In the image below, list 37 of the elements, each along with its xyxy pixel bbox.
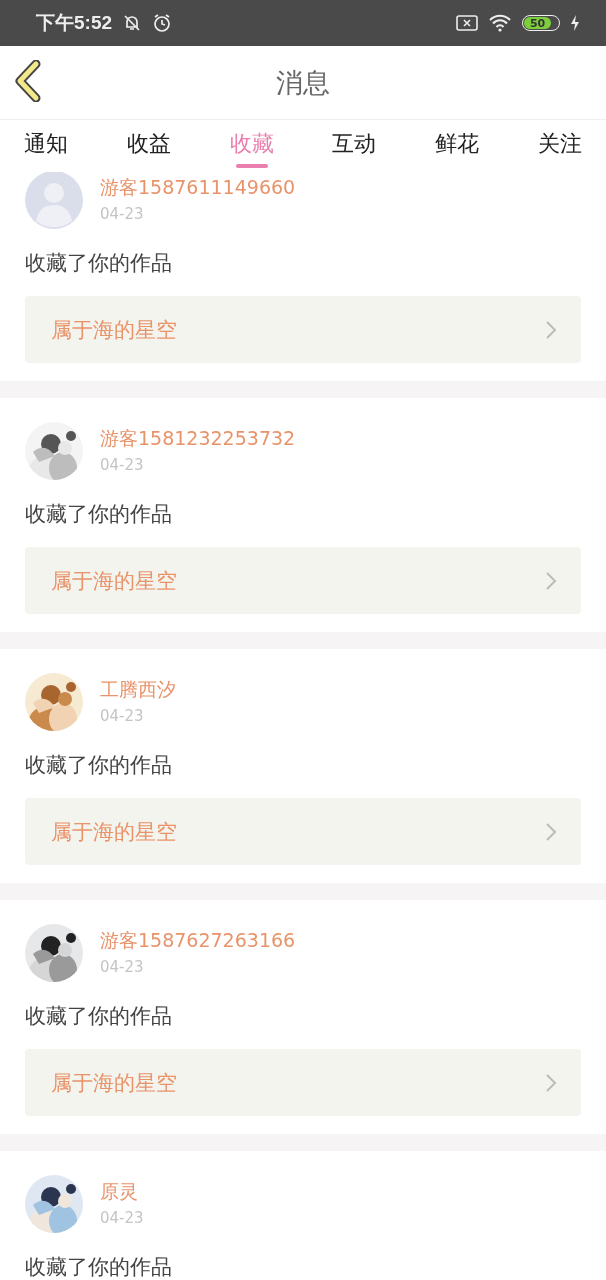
message-text: 收藏了你的作品 (25, 752, 173, 779)
chevron-right-icon (545, 1072, 557, 1093)
message-date: 04-23 (100, 707, 145, 725)
charging-icon (570, 14, 580, 32)
work-link[interactable]: 属于海的星空 (25, 1049, 581, 1116)
chevron-right-icon (545, 821, 557, 842)
chevron-right-icon (545, 570, 557, 591)
work-link[interactable]: 属于海的星空 (25, 547, 581, 614)
work-link[interactable]: 属于海的星空 (25, 296, 581, 363)
sim-off-icon (456, 14, 478, 32)
message-text: 收藏了你的作品 (25, 250, 173, 277)
message-date: 04-23 (100, 456, 145, 474)
user-name[interactable]: 游客1581232253732 (100, 426, 296, 452)
message-text: 收藏了你的作品 (25, 501, 173, 528)
message-date: 04-23 (100, 958, 145, 976)
tab[interactable]: 鲜花 (423, 120, 492, 172)
tab[interactable]: 关注 (526, 120, 594, 172)
chevron-right-icon (545, 319, 557, 340)
message-date: 04-23 (100, 1209, 144, 1227)
alarm-icon (152, 13, 173, 33)
user-name[interactable]: 游客1587611149660 (100, 175, 296, 201)
user-name[interactable]: 工腾西汐 (100, 677, 176, 703)
message-text: 收藏了你的作品 (25, 1254, 173, 1280)
tab[interactable]: 收藏 (217, 120, 286, 172)
avatar-icon (25, 172, 83, 229)
page-title: 消息 (276, 65, 330, 100)
wifi-icon (488, 14, 512, 32)
message-date: 04-23 (100, 205, 145, 223)
user-name[interactable]: 游客1587627263166 (100, 928, 296, 954)
battery-indicator: 50 (522, 15, 560, 31)
work-link[interactable]: 属于海的星空 (25, 798, 581, 865)
status-time: 下午5:52 (36, 11, 113, 35)
user-name[interactable]: 原灵 (100, 1179, 144, 1205)
tab[interactable]: 收益 (114, 120, 183, 172)
message-text: 收藏了你的作品 (25, 1003, 173, 1030)
tab[interactable]: 互动 (320, 120, 389, 172)
tab[interactable]: 通知 (12, 120, 80, 172)
